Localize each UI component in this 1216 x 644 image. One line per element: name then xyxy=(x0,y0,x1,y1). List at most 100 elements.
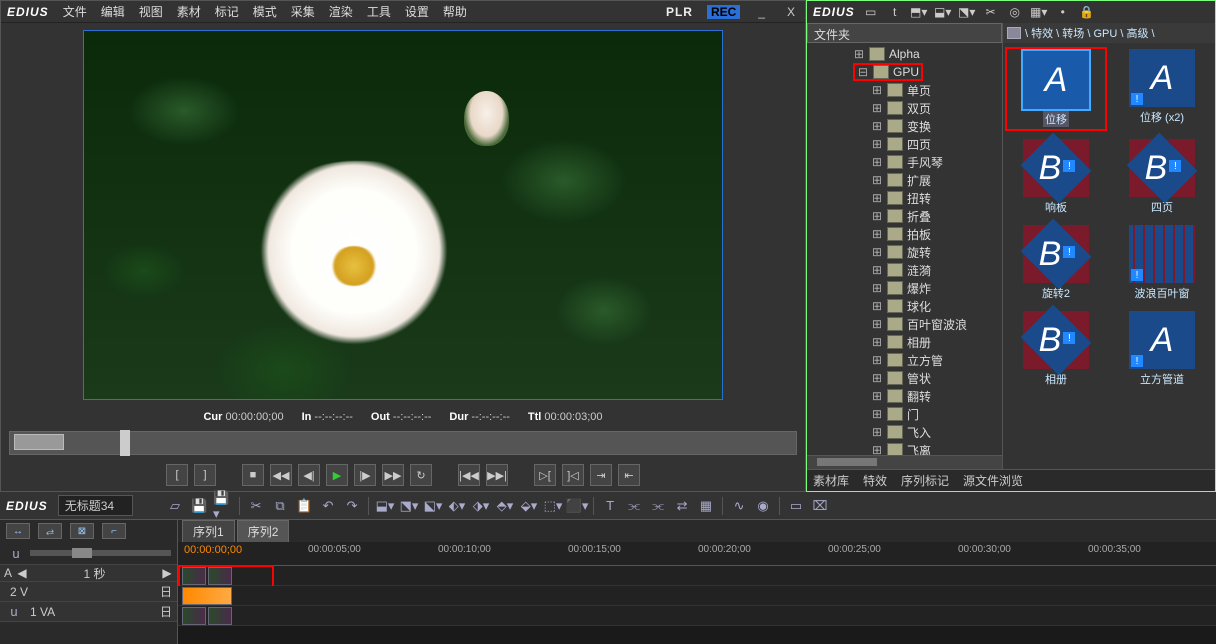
grid-icon[interactable]: ▦ xyxy=(696,496,716,516)
tab-seq-markers[interactable]: 序列标记 xyxy=(901,472,949,489)
d2-icon[interactable]: ⬔▾ xyxy=(399,496,419,516)
circ-icon[interactable]: ◉ xyxy=(753,496,773,516)
track-2v-toggle[interactable]: 日 xyxy=(159,583,173,600)
wave-icon[interactable]: ∿ xyxy=(729,496,749,516)
d5-icon[interactable]: ⬗▾ xyxy=(471,496,491,516)
lock-icon[interactable]: 🔒 xyxy=(1079,4,1095,20)
tc-cur[interactable]: 00:00:00;00 xyxy=(225,411,283,423)
tree-item[interactable]: ⊞飞入 xyxy=(807,423,1002,441)
tree-item[interactable]: ⊞旋转 xyxy=(807,243,1002,261)
tree-item[interactable]: ⊞折叠 xyxy=(807,207,1002,225)
clip-transition[interactable] xyxy=(182,587,232,605)
savev-icon[interactable]: 💾▾ xyxy=(213,496,233,516)
dropdown-icon[interactable]: ⬓▾ xyxy=(935,4,951,20)
track-2v[interactable] xyxy=(178,566,1216,586)
copy-icon[interactable]: ⧉ xyxy=(270,496,290,516)
tab-bin[interactable]: 素材库 xyxy=(813,472,849,489)
tree-item[interactable]: ⊞翻转 xyxy=(807,387,1002,405)
tc-in[interactable]: --:--:--:-- xyxy=(314,411,352,423)
folder-icon[interactable]: ▭ xyxy=(863,4,879,20)
tree-item[interactable]: ⊞管状 xyxy=(807,369,1002,387)
d1-icon[interactable]: ⬓▾ xyxy=(375,496,395,516)
transition-thumb[interactable]: B!四页 xyxy=(1113,139,1211,215)
menu-capture[interactable]: 采集 xyxy=(291,3,315,20)
redo-icon[interactable]: ↷ xyxy=(342,496,362,516)
zoom-u-icon[interactable]: u xyxy=(6,543,26,563)
timeline-ruler[interactable]: 00:00:00;00 00:00:05;0000:00:10;0000:00:… xyxy=(178,542,1216,566)
track-1va-u-icon[interactable]: u xyxy=(4,602,24,622)
cut-icon[interactable]: ✂ xyxy=(246,496,266,516)
undo-icon[interactable]: ↶ xyxy=(318,496,338,516)
tree-item-alpha[interactable]: ⊞Alpha xyxy=(807,45,1002,63)
dropdown2-icon[interactable]: ⬔▾ xyxy=(959,4,975,20)
swap-icon[interactable]: ⇄ xyxy=(672,496,692,516)
step-fwd-button[interactable]: |▶ xyxy=(354,464,376,486)
stop-button[interactable]: ■ xyxy=(242,464,264,486)
minimize-button[interactable]: _ xyxy=(754,5,769,19)
mon-icon[interactable]: ▭ xyxy=(786,496,806,516)
tree-item[interactable]: ⊞百叶窗波浪 xyxy=(807,315,1002,333)
target-icon[interactable]: ◎ xyxy=(1007,4,1023,20)
d3-icon[interactable]: ⬕▾ xyxy=(423,496,443,516)
tree-hscroll[interactable] xyxy=(807,455,1002,469)
T-icon[interactable]: T xyxy=(600,496,620,516)
clip-1va-2[interactable] xyxy=(208,607,232,625)
d9-icon[interactable]: ⬛▾ xyxy=(567,496,587,516)
step-back-button[interactable]: ◀| xyxy=(298,464,320,486)
rewind-button[interactable]: ◀◀ xyxy=(270,464,292,486)
tc-ttl[interactable]: 00:00:03;00 xyxy=(544,411,602,423)
scrub-playhead[interactable] xyxy=(120,430,130,456)
insert-button[interactable]: ⇥ xyxy=(590,464,612,486)
preview-frame[interactable] xyxy=(83,30,723,400)
mode-sync-icon[interactable]: ⥄ xyxy=(38,523,62,539)
transition-thumb[interactable]: A位移 xyxy=(1007,49,1105,129)
prev-edit-button[interactable]: |◀◀ xyxy=(458,464,480,486)
mark-in-button[interactable]: ▷[ xyxy=(534,464,556,486)
zoom-slider[interactable] xyxy=(30,550,171,556)
tree-item[interactable]: ⊞单页 xyxy=(807,81,1002,99)
scale-next[interactable]: ▶ xyxy=(161,566,173,580)
overwrite-button[interactable]: ⇤ xyxy=(618,464,640,486)
track-1va[interactable] xyxy=(178,606,1216,626)
zoom-thumb[interactable] xyxy=(72,548,92,558)
set-out-button[interactable]: ] xyxy=(194,464,216,486)
menu-help[interactable]: 帮助 xyxy=(443,3,467,20)
link1-icon[interactable]: ⫘ xyxy=(624,496,644,516)
menu-clip[interactable]: 素材 xyxy=(177,3,201,20)
folder-tree[interactable]: ⊞Alpha ⊟GPU ⊞单页⊞双页⊞变换⊞四页⊞手风琴⊞扩展⊞扭转⊞折叠⊞拍板… xyxy=(807,43,1002,455)
transition-thumb[interactable]: A!位移 (x2) xyxy=(1113,49,1211,129)
tree-item[interactable]: ⊞四页 xyxy=(807,135,1002,153)
track-1va-toggle[interactable]: 日 xyxy=(159,603,173,620)
menu-view[interactable]: 视图 xyxy=(139,3,163,20)
mode-snap-icon[interactable]: ⌐ xyxy=(102,523,126,539)
seq-tab-1[interactable]: 序列1 xyxy=(182,520,235,542)
tree-item[interactable]: ⊞扩展 xyxy=(807,171,1002,189)
menu-render[interactable]: 渲染 xyxy=(329,3,353,20)
menu-edit[interactable]: 编辑 xyxy=(101,3,125,20)
transition-thumb[interactable]: B!旋转2 xyxy=(1007,225,1105,301)
d8-icon[interactable]: ⬚▾ xyxy=(543,496,563,516)
tab-source-browser[interactable]: 源文件浏览 xyxy=(963,472,1023,489)
grid-icon[interactable]: ▦▾ xyxy=(1031,4,1047,20)
menu-settings[interactable]: 设置 xyxy=(405,3,429,20)
loop-button[interactable]: ↻ xyxy=(410,464,432,486)
ffwd-button[interactable]: ▶▶ xyxy=(382,464,404,486)
mode-link-icon[interactable]: ⊠ xyxy=(70,523,94,539)
tree-icon[interactable]: ⬒▾ xyxy=(911,4,927,20)
tv-icon[interactable]: ⌧ xyxy=(810,496,830,516)
transition-thumb[interactable]: !波浪百叶窗 xyxy=(1113,225,1211,301)
close-button[interactable]: X xyxy=(783,5,799,19)
transition-thumb[interactable]: B!响板 xyxy=(1007,139,1105,215)
set-in-button[interactable]: [ xyxy=(166,464,188,486)
track-header-1va[interactable]: u 1 VA 日 xyxy=(0,602,177,622)
seq-tab-2[interactable]: 序列2 xyxy=(237,520,290,542)
link2-icon[interactable]: ⫘ xyxy=(648,496,668,516)
menu-mode[interactable]: 模式 xyxy=(253,3,277,20)
tree-item[interactable]: ⊞球化 xyxy=(807,297,1002,315)
tree-item[interactable]: ⊞相册 xyxy=(807,333,1002,351)
tree-item[interactable]: ⊞涟漪 xyxy=(807,261,1002,279)
paste-icon[interactable]: 📋 xyxy=(294,496,314,516)
timeline-tracks[interactable] xyxy=(178,566,1216,644)
d4-icon[interactable]: ⬖▾ xyxy=(447,496,467,516)
tree-item[interactable]: ⊞双页 xyxy=(807,99,1002,117)
